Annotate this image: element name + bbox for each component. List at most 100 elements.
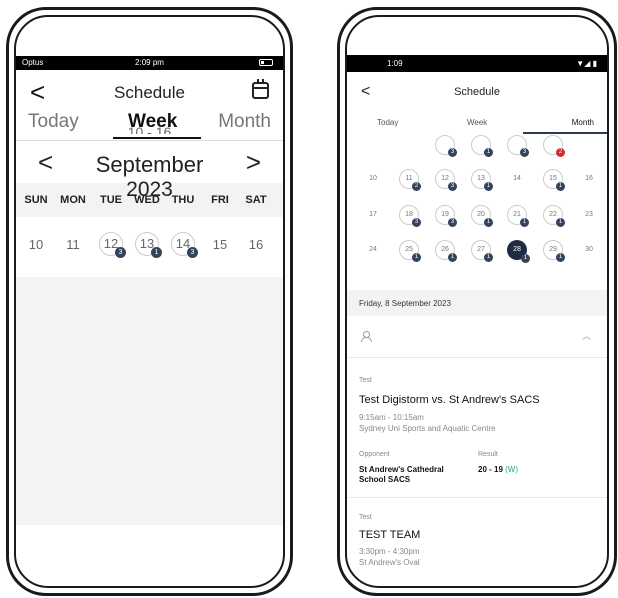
tab-today[interactable]: Today — [377, 118, 398, 127]
event-title: TEST TEAM — [359, 529, 421, 541]
event-venue: Sydney Uni Sports and Aquatic Centre — [359, 424, 496, 433]
day-cell[interactable]: 14 3 — [171, 232, 198, 258]
calendar-day-cell[interactable]: 3 — [507, 135, 529, 157]
event-count-badge: 1 — [556, 182, 565, 191]
calendar-day-cell[interactable]: 10 — [363, 169, 383, 189]
calendar-day-cell[interactable]: 16 — [579, 169, 599, 189]
left-phone-screen: Optus 2:09 pm < Schedule Today Week Mont… — [14, 15, 285, 588]
next-month-button[interactable]: > — [246, 147, 261, 178]
right-phone-screen: 1:09 ▼◢ ▮ < Schedule Today Week Month 31… — [345, 15, 609, 588]
event-count-badge: 1 — [151, 247, 162, 258]
calendar-day-cell[interactable]: 30 — [579, 240, 599, 260]
event-type: Test — [359, 377, 372, 384]
week-days-row: 10 11 12 3 13 1 14 3 15 16 — [16, 217, 283, 277]
event-card[interactable]: Test Test Digistorm vs. St Andrew's SACS… — [359, 377, 599, 487]
signal-battery-icon: ▼◢ ▮ — [576, 59, 597, 68]
calendar-day-cell[interactable]: 12 3 — [435, 169, 457, 191]
event-count-badge: 1 — [556, 218, 565, 227]
calendar-day-cell[interactable]: 2 — [543, 135, 565, 157]
event-count-badge: 3 — [187, 247, 198, 258]
opponent-name-line2: School SACS — [359, 475, 411, 484]
selected-date-label: Friday, 8 September 2023 — [347, 290, 607, 316]
status-time: 2:09 pm — [135, 58, 164, 67]
event-count-badge: 3 — [448, 148, 457, 157]
calendar-day-cell[interactable]: 11 2 — [399, 169, 421, 191]
right-phone-frame: 1:09 ▼◢ ▮ < Schedule Today Week Month 31… — [337, 7, 617, 596]
event-count-badge: 3 — [412, 218, 421, 227]
result-value: 20 - 19 (W) — [478, 465, 518, 475]
day-cell[interactable]: 13 1 — [135, 232, 162, 258]
tab-month[interactable]: Month — [572, 118, 594, 127]
event-time: 9:15am - 10:15am — [359, 413, 424, 422]
calendar-day-cell[interactable]: 24 — [363, 240, 383, 260]
calendar-day-cell[interactable]: 28 1 — [507, 240, 530, 263]
calendar-day-cell[interactable]: 17 — [363, 205, 383, 225]
divider — [16, 140, 283, 141]
calendar-day-cell[interactable]: 15 1 — [543, 169, 565, 191]
page-title: Schedule — [114, 83, 185, 102]
result-score: 20 - 19 — [478, 465, 503, 474]
calendar-day-cell[interactable]: 14 — [507, 169, 527, 189]
event-count-badge: 1 — [556, 253, 565, 262]
event-count-badge: 2 — [412, 182, 421, 191]
result-label: Result — [478, 451, 498, 458]
empty-events-area — [16, 277, 283, 525]
calendar-day-cell[interactable]: 21 1 — [507, 205, 529, 227]
event-time: 3:30pm - 4:30pm — [359, 547, 420, 556]
calendar-day-cell[interactable]: 22 1 — [543, 205, 565, 227]
tab-week[interactable]: Week — [467, 118, 487, 127]
calendar-day-cell[interactable]: 23 — [579, 205, 599, 225]
calendar-day-cell[interactable]: 18 3 — [399, 205, 421, 227]
header: < Schedule — [16, 79, 283, 107]
event-count-badge: 3 — [448, 218, 457, 227]
opponent-name-line1: St Andrew's Cathedral — [359, 465, 444, 474]
chevron-up-icon[interactable]: ︿ — [582, 329, 591, 342]
opponent-label: Opponent — [359, 451, 390, 458]
event-count-badge: 3 — [448, 182, 457, 191]
event-count-badge: 1 — [484, 182, 493, 191]
calendar-day-cell[interactable]: 19 3 — [435, 205, 457, 227]
status-bar: 1:09 ▼◢ ▮ — [347, 55, 607, 72]
event-type: Test — [359, 514, 372, 521]
month-label: September — [95, 152, 204, 177]
year-label: 2023 — [126, 178, 173, 201]
calendar-day-cell[interactable]: 27 1 — [471, 240, 493, 262]
calendar-icon[interactable] — [252, 79, 269, 99]
left-phone-frame: Optus 2:09 pm < Schedule Today Week Mont… — [6, 7, 293, 596]
event-count-badge: 1 — [484, 148, 493, 157]
divider — [347, 497, 607, 498]
event-title: Test Digistorm vs. St Andrew's SACS — [359, 394, 540, 406]
page-title: Schedule — [454, 86, 500, 98]
event-count-badge: 1 — [484, 218, 493, 227]
week-range-label: 10 - 16 — [127, 124, 172, 134]
day-cell[interactable]: 11 — [55, 237, 91, 252]
day-cell[interactable]: 10 — [18, 237, 54, 252]
result-outcome: (W) — [505, 465, 519, 474]
calendar-day-cell[interactable]: 20 1 — [471, 205, 493, 227]
active-tab-indicator — [113, 137, 201, 139]
active-tab-indicator — [523, 132, 607, 134]
calendar-day-cell[interactable]: 25 1 — [399, 240, 421, 262]
battery-icon — [259, 59, 273, 66]
day-cell[interactable]: 15 — [202, 237, 238, 252]
event-count-badge: 3 — [115, 247, 126, 258]
day-cell[interactable]: 16 — [238, 237, 274, 252]
event-count-badge: 1 — [521, 254, 530, 263]
event-count-badge: 3 — [520, 148, 529, 157]
calendar-day-cell[interactable]: 26 1 — [435, 240, 457, 262]
event-count-badge: 1 — [520, 218, 529, 227]
event-count-badge: 1 — [412, 253, 421, 262]
status-time: 1:09 — [387, 59, 403, 68]
calendar-day-cell[interactable]: 29 1 — [543, 240, 565, 262]
calendar-day-cell[interactable]: 13 1 — [471, 169, 493, 191]
event-card[interactable]: Test TEST TEAM 3:30pm - 4:30pm St Andrew… — [359, 514, 599, 567]
event-count-badge: 2 — [556, 148, 565, 157]
day-cell[interactable]: 12 3 — [99, 232, 126, 258]
calendar-day-cell[interactable]: 1 — [471, 135, 493, 157]
divider — [347, 357, 607, 358]
event-count-badge: 1 — [448, 253, 457, 262]
person-icon — [361, 331, 372, 342]
status-bar: Optus 2:09 pm — [16, 56, 283, 70]
event-venue: St Andrew's Oval — [359, 558, 420, 567]
calendar-day-cell[interactable]: 3 — [435, 135, 457, 157]
